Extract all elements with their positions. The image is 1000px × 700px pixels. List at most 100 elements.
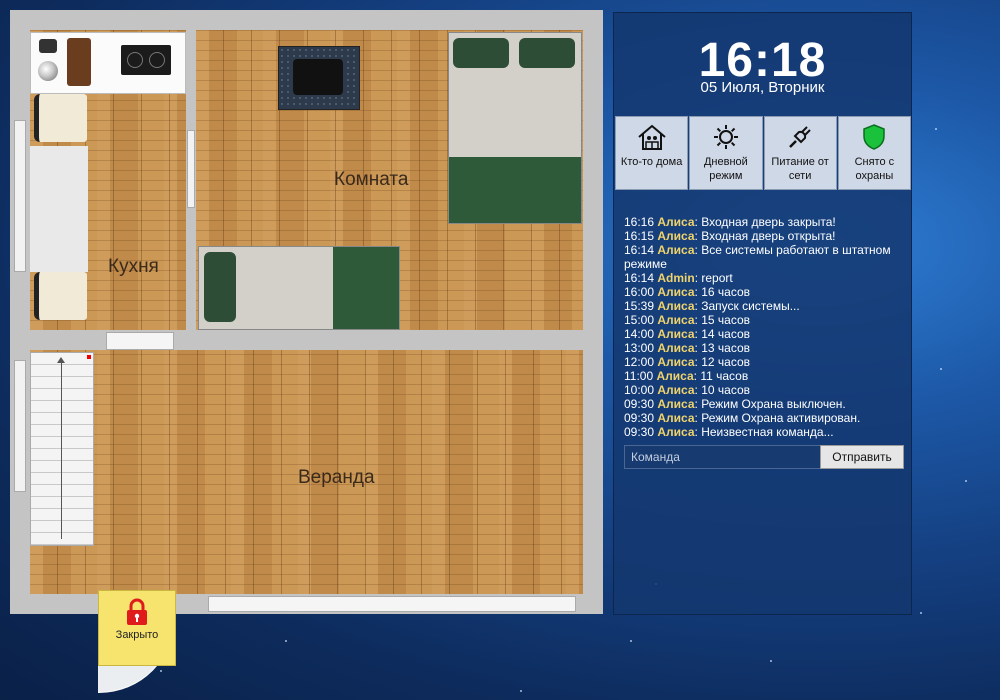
log-time: 16:14: [624, 243, 655, 257]
log-user: Алиса: [657, 411, 695, 425]
log-message: 14 часов: [701, 327, 751, 341]
kitchen-counter: [30, 32, 186, 94]
bed: [448, 32, 582, 224]
log-time: 13:00: [624, 341, 655, 355]
log-user: Алиса: [657, 383, 695, 397]
log-entry: 09:30 Алиса: Режим Охрана выключен.: [624, 397, 846, 411]
control-panel: 16:18 05 Июля, Вторник Кто-то дома Дневн…: [613, 12, 912, 615]
door-kitchen-veranda: [106, 332, 174, 350]
log-message: 16 часов: [701, 285, 751, 299]
status-power-label: Питание от сети: [771, 156, 829, 182]
log-time: 10:00: [624, 383, 655, 397]
status-security[interactable]: Снято с охраны: [837, 116, 911, 190]
log-time: 11:00: [624, 369, 654, 383]
log-entry: 12:00 Алиса: 12 часов: [624, 355, 751, 369]
log-time: 09:30: [624, 411, 655, 425]
log-entry: 13:00 Алиса: 13 часов: [624, 341, 751, 355]
room-label-kitchen: Кухня: [108, 256, 159, 277]
log-message: 11 часов: [700, 369, 749, 383]
log-entry: 14:00 Алиса: 14 часов: [624, 327, 751, 341]
log-message: Неизвестная команда...: [701, 425, 834, 439]
log-message: Входная дверь открыта!: [701, 229, 836, 243]
sun-icon: [713, 125, 738, 149]
log-time: 12:00: [624, 355, 655, 369]
log-user: Admin: [657, 271, 695, 285]
log-entry: 09:30 Алиса: Неизвестная команда...: [624, 425, 834, 439]
log-entry: 11:00 Алиса: 11 часов: [624, 369, 749, 383]
date: 05 Июля, Вторник: [700, 79, 825, 96]
log-time: 14:00: [624, 327, 655, 341]
room-label-room: Комната: [334, 169, 409, 190]
cooktop-icon: [121, 45, 171, 75]
floor-plan: Кухня Комната Веранда: [10, 10, 603, 614]
log-time: 09:30: [624, 397, 655, 411]
window-kitchen: [14, 120, 26, 272]
log-user: Алиса: [656, 369, 694, 383]
log-entry: 10:00 Алиса: 10 часов: [624, 383, 751, 397]
room-label-veranda: Веранда: [298, 467, 375, 488]
status-mode[interactable]: Дневной режим: [689, 116, 763, 190]
log-entry: 15:39 Алиса: Запуск системы...: [624, 299, 800, 313]
send-button[interactable]: Отправить: [820, 445, 904, 469]
kettle-icon: [39, 39, 57, 53]
window-veranda-left: [14, 360, 26, 492]
window-veranda-bottom: [208, 596, 576, 612]
log-user: Алиса: [657, 425, 695, 439]
log-time: 16:15: [624, 229, 655, 243]
log-time: 09:30: [624, 425, 655, 439]
status-presence[interactable]: Кто-то дома: [615, 116, 689, 190]
log-time: 15:39: [624, 299, 655, 313]
log-entry: 09:30 Алиса: Режим Охрана активирован.: [624, 411, 861, 425]
log-message: report: [701, 271, 733, 285]
wall-left: [10, 10, 30, 614]
log-message: Входная дверь закрыта!: [701, 215, 836, 229]
log-user: Алиса: [657, 397, 695, 411]
log-user: Алиса: [657, 243, 695, 257]
log-user: Алиса: [657, 327, 695, 341]
log-entry: 16:15 Алиса: Входная дверь открыта!: [624, 229, 836, 243]
shield-icon: [863, 124, 886, 150]
kitchen-table: [30, 146, 88, 272]
wall-right: [583, 10, 603, 614]
log-user: Алиса: [657, 229, 695, 243]
wall-top: [10, 10, 603, 30]
cutting-board-icon: [67, 38, 91, 86]
log-user: Алиса: [657, 341, 695, 355]
log-entry: 16:00 Алиса: 16 часов: [624, 285, 751, 299]
log-user: Алиса: [657, 215, 695, 229]
pot-icon: [38, 61, 58, 81]
status-presence-label: Кто-то дома: [620, 156, 683, 168]
log-time: 16:14: [624, 271, 655, 285]
log-time: 16:16: [624, 215, 655, 229]
front-door-status: Закрыто: [115, 629, 159, 641]
stairs: [30, 352, 94, 546]
log-user: Алиса: [657, 313, 695, 327]
plug-icon: [789, 126, 811, 148]
log-message: Запуск системы...: [701, 299, 800, 313]
log-entry: 16:16 Алиса: Входная дверь закрыта!: [624, 215, 836, 229]
log-user: Алиса: [657, 299, 695, 313]
chair-top: [34, 94, 87, 142]
event-log: 16:16 Алиса: Входная дверь закрыта! 16:15…: [624, 215, 904, 439]
status-power[interactable]: Питание от сети: [763, 116, 837, 190]
log-user: Алиса: [657, 285, 695, 299]
doorway-room: [187, 130, 195, 208]
sofa: [198, 246, 400, 330]
log-entry: 15:00 Алиса: 15 часов: [624, 313, 751, 327]
status-mode-label: Дневной режим: [703, 156, 748, 182]
log-message: 15 часов: [701, 313, 751, 327]
front-door-lock[interactable]: Закрыто: [98, 590, 176, 666]
home-icon: [637, 124, 666, 150]
status-row: Кто-то дома Дневной режим Питание от сет…: [615, 116, 911, 190]
log-message: Режим Охрана активирован.: [701, 411, 861, 425]
log-message: 13 часов: [701, 341, 751, 355]
fireplace-icon: [278, 46, 360, 110]
command-input[interactable]: [624, 445, 824, 469]
log-entry: 16:14 Алиса: Все системы работают в штат…: [624, 243, 891, 271]
log-message: Режим Охрана выключен.: [701, 397, 846, 411]
lock-icon: [127, 598, 147, 625]
log-time: 15:00: [624, 313, 655, 327]
log-time: 16:00: [624, 285, 655, 299]
status-security-label: Снято с охраны: [854, 156, 895, 182]
chair-bottom: [34, 272, 87, 320]
